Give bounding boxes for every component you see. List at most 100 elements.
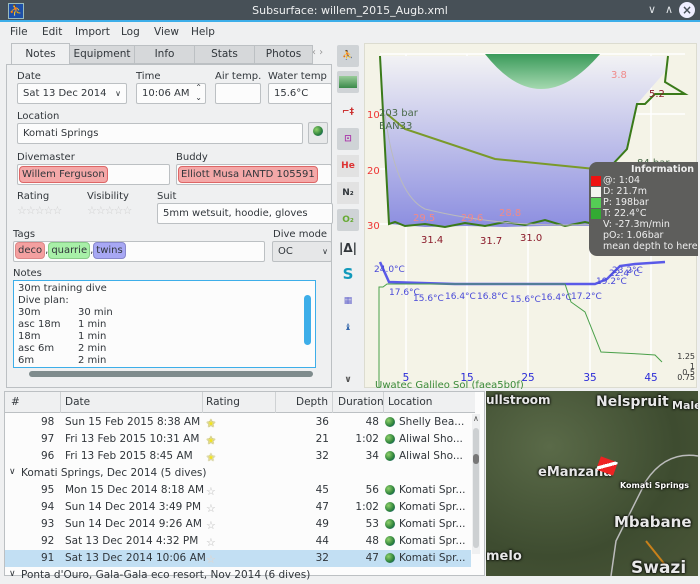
suit-field[interactable]: 5mm wetsuit, hoodie, gloves	[157, 203, 333, 224]
location-globe-button[interactable]	[308, 122, 328, 144]
divemaster-field[interactable]: Willem Ferguson	[17, 164, 170, 185]
menu-view[interactable]: View	[154, 26, 179, 38]
marker-label: Komati Springs	[620, 481, 689, 490]
column-depth[interactable]: Depth	[296, 396, 328, 408]
time-label: Time	[136, 71, 161, 82]
legend-swatch	[591, 176, 601, 186]
date-label: Date	[17, 71, 41, 82]
notes-textarea[interactable]: 30m training dive Dive plan: 30m 30 min a…	[13, 280, 316, 368]
note-line: 6m 2 min	[18, 355, 107, 366]
dive-list-scrollbar[interactable]: ∧	[472, 414, 480, 554]
menu-edit[interactable]: Edit	[42, 26, 62, 38]
chevron-down-icon: ∨	[322, 247, 328, 256]
menu-help[interactable]: Help	[191, 26, 215, 38]
dive-duration: 53	[365, 518, 379, 530]
dive-depth: 36	[315, 416, 329, 428]
depth-tick: 10	[367, 110, 380, 121]
map-label: Male	[672, 399, 698, 412]
trip-row[interactable]: ∨ Komati Springs, Dec 2014 (5 dives)	[5, 465, 471, 482]
minimize-icon[interactable]: ∨	[648, 3, 656, 16]
chevron-down-icon: ∨	[115, 89, 121, 98]
dive-location: Komati Spr...	[399, 552, 466, 564]
spinner-icon[interactable]: ⌃ ⌄	[195, 84, 202, 103]
dive-row[interactable]: 94 Sun 14 Dec 2014 3:49 PM ☆ ☆ ☆ ☆ ☆ 47 1:02 Koma…	[5, 499, 471, 516]
gas-change-icon[interactable]: ⊡	[337, 128, 359, 150]
time-field[interactable]: 10:06 AM ⌃ ⌄	[136, 83, 206, 104]
chevron-down-icon[interactable]: ∨	[9, 467, 16, 477]
notes-horizontal-scrollbar[interactable]	[29, 371, 313, 377]
chevron-down-icon[interactable]: ∨	[337, 369, 359, 391]
dive-site-map[interactable]: ullstroom Nelspruit Male eManzana Mbaban…	[486, 391, 698, 576]
column-duration[interactable]: Duration	[338, 396, 384, 408]
maximize-icon[interactable]: ∧	[665, 3, 673, 16]
n2-icon[interactable]: N₂	[337, 182, 359, 204]
o2-icon[interactable]: O₂	[337, 209, 359, 231]
dive-row[interactable]: 95 Mon 15 Dec 2014 8:18 AM ☆ ☆ ☆ ☆ ☆ 45 56 Komati…	[5, 482, 471, 499]
map-label: Nelspruit	[596, 394, 669, 410]
planner-icon[interactable]: ♝	[337, 317, 359, 339]
svg-text:1.25: 1.25	[677, 352, 695, 361]
legend-swatch	[591, 198, 601, 208]
note-line: asc 18m 1 min	[18, 319, 107, 330]
tags-field[interactable]: deco, quarrie, twins	[13, 241, 265, 262]
tab-equipment[interactable]: Equipment	[69, 45, 135, 64]
deco-ceiling-icon[interactable]: ⌐‡	[337, 101, 359, 123]
info-line: P: 198bar	[603, 197, 649, 208]
buddy-label: Buddy	[176, 152, 208, 163]
column-location[interactable]: Location	[388, 396, 432, 408]
close-icon[interactable]: ×	[679, 2, 695, 18]
dive-row[interactable]: 91 Sat 13 Dec 2014 10:06 AM ☆ ☆ ☆ ☆ ☆ 32 47 Komat…	[5, 550, 471, 567]
photos-icon[interactable]: ▦	[337, 290, 359, 312]
globe-icon	[385, 536, 395, 546]
menu-log[interactable]: Log	[121, 26, 140, 38]
divemode-select[interactable]: OC ∨	[272, 241, 332, 262]
suit-label: Suit	[157, 191, 177, 202]
he-icon[interactable]: He	[337, 155, 359, 177]
map-label: ullstroom	[486, 393, 551, 407]
dive-row[interactable]: 93 Sun 14 Dec 2014 9:26 AM ☆ ☆ ☆ ☆ ☆ 49 53 Komati…	[5, 516, 471, 533]
info-line: @: 1:04	[603, 175, 641, 186]
dive-row[interactable]: 96 Fri 13 Feb 2015 8:45 AM ★ ★ ☆ ☆ ☆ 32 34 Aliwal…	[5, 448, 471, 465]
globe-icon	[385, 434, 395, 444]
mean-depth-icon[interactable]: |Δ|	[337, 237, 359, 259]
buddy-chip: Elliott Musa IANTD 105591	[178, 166, 318, 183]
dive-number: 94	[41, 501, 55, 513]
tab-notes[interactable]: Notes	[11, 43, 70, 64]
dive-row[interactable]: 98 Sun 15 Feb 2015 8:38 AM ★ ★ ★ ☆ ☆ 36 48 Shelly…	[5, 414, 471, 431]
dive-row[interactable]: 92 Sat 13 Dec 2014 4:32 PM ☆ ☆ ☆ ☆ ☆ 44 48 Komati…	[5, 533, 471, 550]
dive-location: Aliwal Sho...	[399, 433, 463, 445]
column-date[interactable]: Date	[65, 396, 90, 408]
buddy-field[interactable]: Elliott Musa IANTD 105591	[176, 164, 332, 185]
column-rating[interactable]: Rating	[206, 396, 240, 408]
tab-stats[interactable]: Stats	[194, 45, 255, 64]
profile-mode-icon[interactable]: ⛹	[337, 45, 359, 67]
dive-date: Fri 13 Feb 2015 10:31 AM	[65, 433, 200, 445]
ceiling-icon[interactable]	[337, 71, 359, 93]
dive-date: Sun 14 Dec 2014 9:26 AM	[65, 518, 202, 530]
notes-vertical-scrollbar[interactable]	[304, 295, 311, 345]
menu-file[interactable]: File	[10, 26, 28, 38]
menu-bar: File Edit Import Log View Help	[0, 22, 700, 42]
tag-chip: twins	[93, 242, 126, 259]
dive-number: 91	[41, 552, 55, 564]
column-number[interactable]: #	[11, 396, 20, 408]
map-label: Swazi	[631, 558, 687, 576]
dive-row[interactable]: 97 Fri 13 Feb 2015 10:31 AM ★ ★ ★ ☆ ☆ 21 1:02 Ali…	[5, 431, 471, 448]
dive-profile-view: 10 20 30 203 bar EAN33 84 bar 29.5 29.6 …	[364, 43, 698, 391]
visibility-stars[interactable]: ☆☆☆☆☆	[87, 204, 132, 217]
dive-number: 97	[41, 433, 55, 445]
trip-row[interactable]: ∨ Ponta d'Ouro, Gala-Gala eco resort, Nov…	[5, 567, 471, 584]
water-temp-field[interactable]: 15.6°C	[268, 83, 332, 104]
rating-stars[interactable]: ☆☆☆☆☆	[17, 204, 62, 217]
tab-info[interactable]: Info	[134, 45, 195, 64]
dive-depth: 45	[315, 484, 329, 496]
globe-icon	[313, 126, 323, 136]
date-field[interactable]: Sat 13 Dec 2014 ∨	[17, 83, 127, 104]
tab-photos[interactable]: Photos	[254, 45, 313, 64]
tab-scroll-arrows[interactable]: ‹ ›	[312, 47, 323, 58]
location-field[interactable]: Komati Springs	[17, 123, 303, 144]
air-temp-field[interactable]	[215, 83, 261, 104]
ssrf-icon[interactable]: S	[337, 263, 359, 285]
menu-import[interactable]: Import	[75, 26, 110, 38]
globe-icon	[385, 417, 395, 427]
